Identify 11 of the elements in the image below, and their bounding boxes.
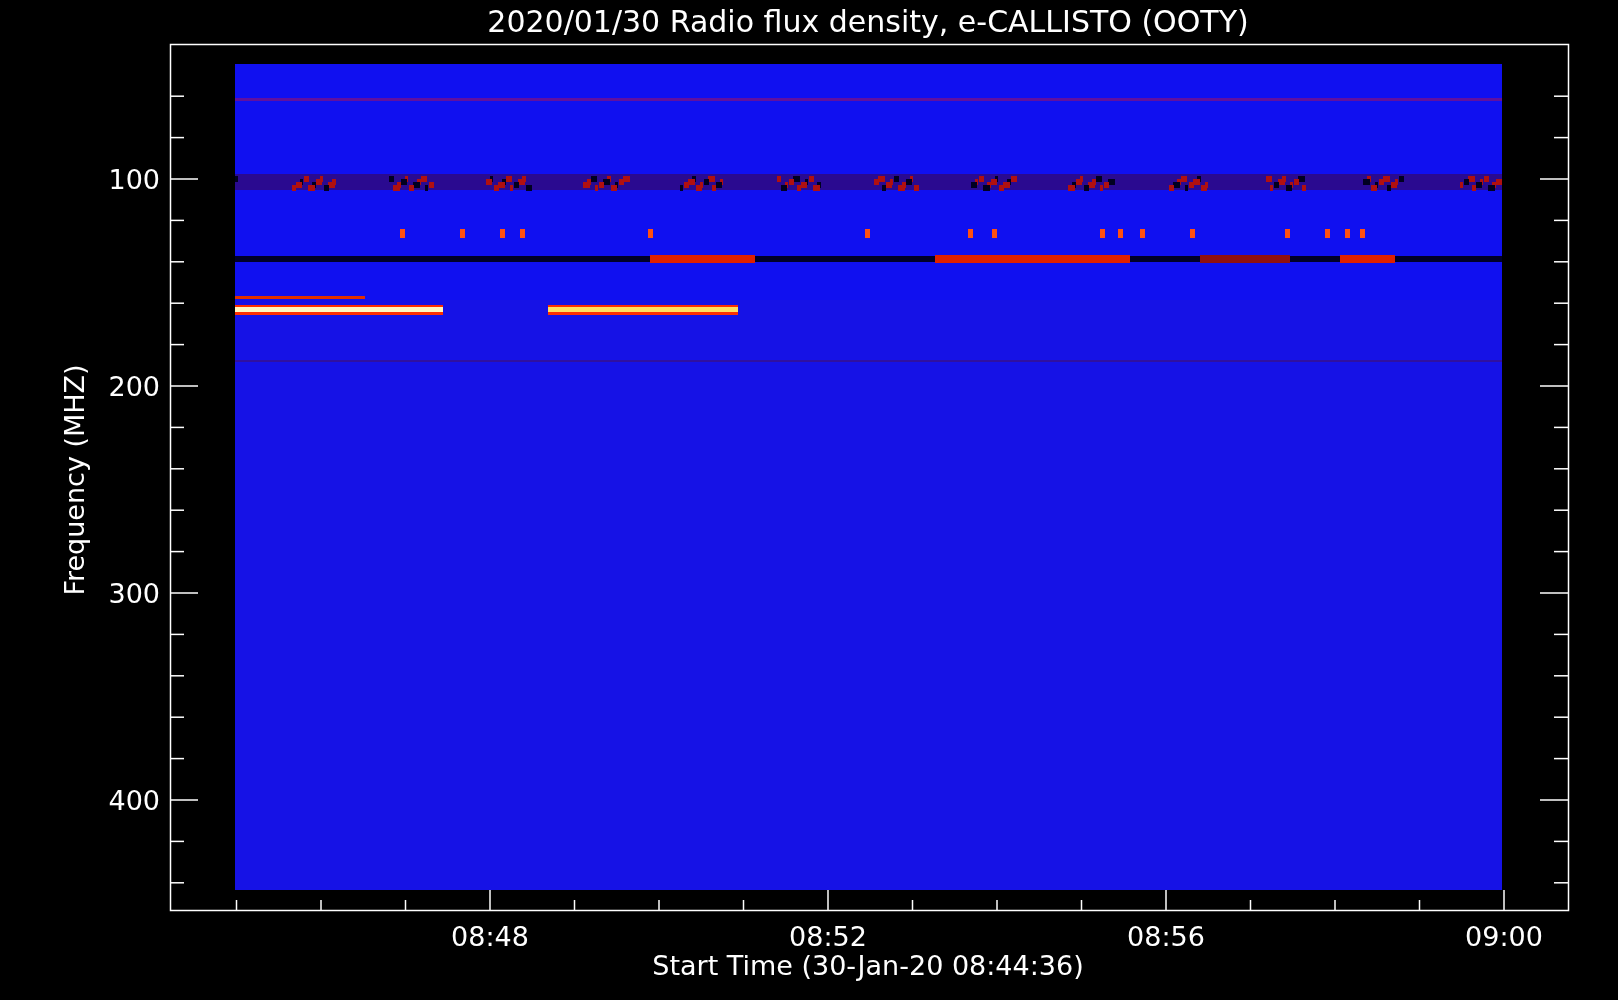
x-tick-label: 08:48 bbox=[451, 921, 529, 952]
y-axis-label: Frequency (MHZ) bbox=[59, 364, 90, 596]
y-tick-label: 200 bbox=[108, 371, 160, 402]
x-tick-label: 09:00 bbox=[1465, 921, 1543, 952]
y-tick-label: 100 bbox=[108, 164, 160, 195]
chart-title: 2020/01/30 Radio flux density, e-CALLISTO (OOTY) bbox=[487, 4, 1249, 39]
x-axis-label: Start Time (30-Jan-20 08:44:36) bbox=[652, 950, 1084, 981]
x-tick-label: 08:56 bbox=[1127, 921, 1205, 952]
y-tick-label: 400 bbox=[108, 785, 160, 816]
y-tick-label: 300 bbox=[108, 578, 160, 609]
x-tick-label: 08:52 bbox=[789, 921, 867, 952]
